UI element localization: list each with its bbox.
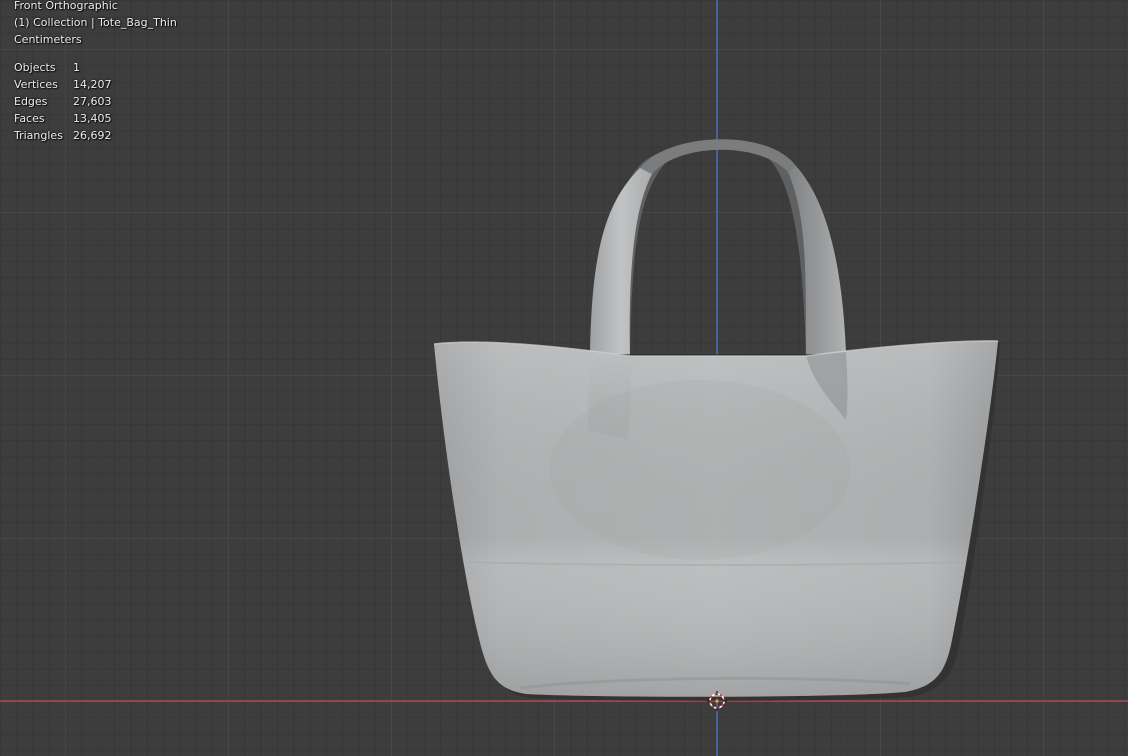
3d-cursor-icon[interactable] bbox=[707, 691, 727, 711]
3d-viewport[interactable]: Front Orthographic (1) Collection | Tote… bbox=[0, 0, 1128, 756]
handle-arch bbox=[640, 139, 796, 174]
left-strap bbox=[590, 168, 652, 356]
right-strap bbox=[788, 166, 846, 356]
viewport-scene bbox=[0, 0, 1128, 756]
